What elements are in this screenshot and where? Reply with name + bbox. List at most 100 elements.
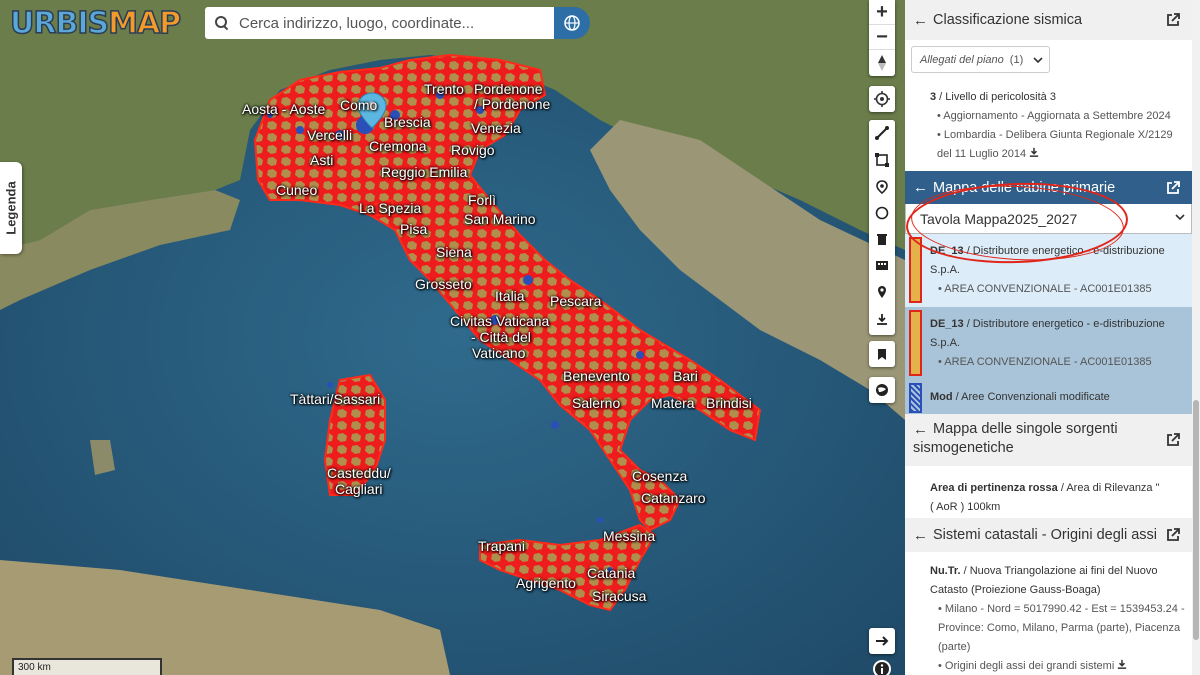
info-icon: [873, 660, 891, 675]
city-label: Brindisi: [706, 395, 752, 411]
layer-code: Area di pertinenza rossa: [930, 482, 1058, 494]
back-arrow-icon: ←: [913, 526, 928, 544]
search-icon: [215, 16, 229, 30]
section-title: Sistemi catastali - Origini degli assi: [933, 527, 1158, 543]
origin-line: • Milano - Nord = 5017990.42 - Est = 153…: [938, 603, 1185, 615]
delete-button[interactable]: [869, 226, 895, 252]
layer-text-2: Catasto (Proiezione Gauss-Boaga): [930, 584, 1101, 596]
reset-north-button[interactable]: [869, 50, 895, 75]
external-link-icon[interactable]: [1166, 180, 1180, 195]
section-header-sorgenti[interactable]: ← Mappa delle singole sorgenti sismogenet…: [905, 414, 1192, 466]
zoom-out-button[interactable]: −: [869, 25, 895, 50]
search-input[interactable]: [239, 14, 539, 32]
attachments-label: Allegati del piano: [920, 53, 1004, 66]
zoom-in-button[interactable]: +: [869, 0, 895, 25]
catastali-details: Nu.Tr. / Nuova Triangolazione ai fini de…: [905, 552, 1192, 675]
region-date: del 11 Luglio 2014: [937, 148, 1027, 160]
draw-polygon-button[interactable]: [869, 147, 895, 173]
download-icon[interactable]: [1117, 659, 1127, 669]
legend-tab[interactable]: Legenda: [0, 162, 22, 254]
layer-text: / Aree Convenzionali modificate: [952, 391, 1110, 403]
city-label: Trento: [424, 81, 464, 97]
layer-text: / Nuova Triangolazione ai fini del Nuovo: [960, 565, 1158, 577]
city-label: Rovigo: [451, 142, 495, 158]
city-label: Cagliari: [335, 481, 383, 497]
legend-swatch: [909, 310, 922, 376]
city-label: Aosta - Aoste: [242, 101, 326, 117]
panel-scrollbar[interactable]: [1192, 0, 1200, 675]
collapse-panel-button[interactable]: [869, 628, 895, 654]
section-title: Classificazione sismica: [933, 12, 1083, 28]
trash-icon: [877, 234, 887, 245]
info-button[interactable]: [869, 656, 895, 675]
section-header-catastali[interactable]: ← Sistemi catastali - Origini degli assi: [905, 518, 1192, 552]
chevron-down-icon: [1033, 56, 1043, 63]
city-label: Benevento: [563, 368, 630, 384]
city-label: Vaticano: [472, 345, 526, 361]
city-label: Matera: [651, 395, 695, 411]
layer-row[interactable]: Mod / Aree Convenzionali modificate: [905, 380, 1192, 414]
draw-circle-button[interactable]: [869, 200, 895, 226]
city-label: Cuneo: [276, 182, 318, 198]
tavola-select[interactable]: Tavola Mappa2025_2027: [905, 204, 1192, 234]
download-button[interactable]: [869, 306, 895, 332]
download-icon: [877, 314, 887, 325]
download-icon[interactable]: [1029, 147, 1039, 157]
city-label: - Città del: [471, 329, 531, 345]
scrollbar-thumb[interactable]: [1193, 400, 1199, 640]
map-view[interactable]: Trento Pordenone / Pordenone Como Aosta …: [0, 0, 905, 675]
layer-code: DE_13: [930, 318, 964, 330]
layer-code: DE_13: [930, 245, 964, 257]
globe-button[interactable]: [554, 7, 590, 39]
city-label: Grosseto: [415, 276, 472, 292]
city-label: Cremona: [369, 138, 427, 154]
logo-text-left: URBIS: [9, 5, 110, 42]
layer-text: / Area di Rilevanza ": [1057, 482, 1160, 494]
zoom-controls: + −: [869, 0, 895, 76]
layer-row[interactable]: DE_13 / Distributore energetico - e-dist…: [905, 234, 1192, 307]
building-button[interactable]: [869, 252, 895, 278]
globe-layers-icon: [876, 384, 888, 396]
select-value: Tavola Mappa2025_2027: [920, 210, 1078, 227]
geolocate-button[interactable]: [869, 86, 895, 112]
crosshair-icon: [874, 91, 890, 107]
external-link-icon[interactable]: [1166, 433, 1180, 447]
layer-sub: • AREA CONVENZIONALE - AC001E01385: [938, 283, 1152, 295]
back-arrow-icon: ←: [913, 421, 928, 438]
level-text: / Livello di pericolosità 3: [936, 91, 1056, 103]
bookmark-button[interactable]: [869, 341, 895, 367]
external-link-icon[interactable]: [1166, 528, 1180, 542]
attachments-dropdown[interactable]: Allegati del piano (1): [911, 46, 1050, 73]
layers-button[interactable]: [869, 377, 895, 403]
satellite-basemap: [0, 0, 905, 675]
layer-sub: • AREA CONVENZIONALE - AC001E01385: [938, 356, 1152, 368]
region-line: • Lombardia - Delibera Giunta Regionale …: [937, 129, 1173, 141]
city-label: Venezia: [471, 120, 521, 136]
layer-row[interactable]: DE_13 / Distributore energetico - e-dist…: [905, 307, 1192, 380]
draw-line-button[interactable]: [869, 120, 895, 146]
sorgenti-details: Area di pertinenza rossa / Area di Rilev…: [905, 466, 1192, 518]
section-title-2: sismogenetiche: [913, 440, 1014, 456]
origin-line: Province: Como, Milano, Parma (parte), P…: [938, 622, 1181, 634]
city-label: La Spezia: [359, 200, 422, 216]
section-header-seismic[interactable]: ← Classificazione sismica: [905, 0, 1192, 40]
draw-marker-button[interactable]: [869, 174, 895, 200]
app-logo[interactable]: URBIS MAP: [9, 5, 182, 42]
attachments-count: (1): [1009, 53, 1024, 66]
back-arrow-icon: ←: [913, 179, 928, 196]
layer-text-2: ( AoR ) 100km: [930, 501, 1001, 513]
section-title: Mappa delle cabine primarie: [933, 179, 1116, 196]
legend-swatch: [909, 383, 922, 413]
seismic-details: 3 / Livello di pericolosità 3 • Aggiorna…: [905, 73, 1192, 164]
city-label: Como: [340, 97, 378, 113]
compass-icon: [878, 54, 886, 71]
line-icon: [875, 126, 889, 140]
poi-button[interactable]: [869, 279, 895, 305]
section-header-cabine[interactable]: ← Mappa delle cabine primarie: [905, 171, 1192, 204]
city-label: Tàttari/Sassari: [290, 391, 381, 407]
external-link-icon[interactable]: [1166, 13, 1180, 27]
section-title: Mappa delle singole sorgenti: [933, 421, 1118, 437]
origin-line: • Origini degli assi dei grandi sistemi: [938, 660, 1115, 672]
marker-icon: [876, 180, 888, 194]
city-label: Vercelli: [307, 127, 353, 143]
